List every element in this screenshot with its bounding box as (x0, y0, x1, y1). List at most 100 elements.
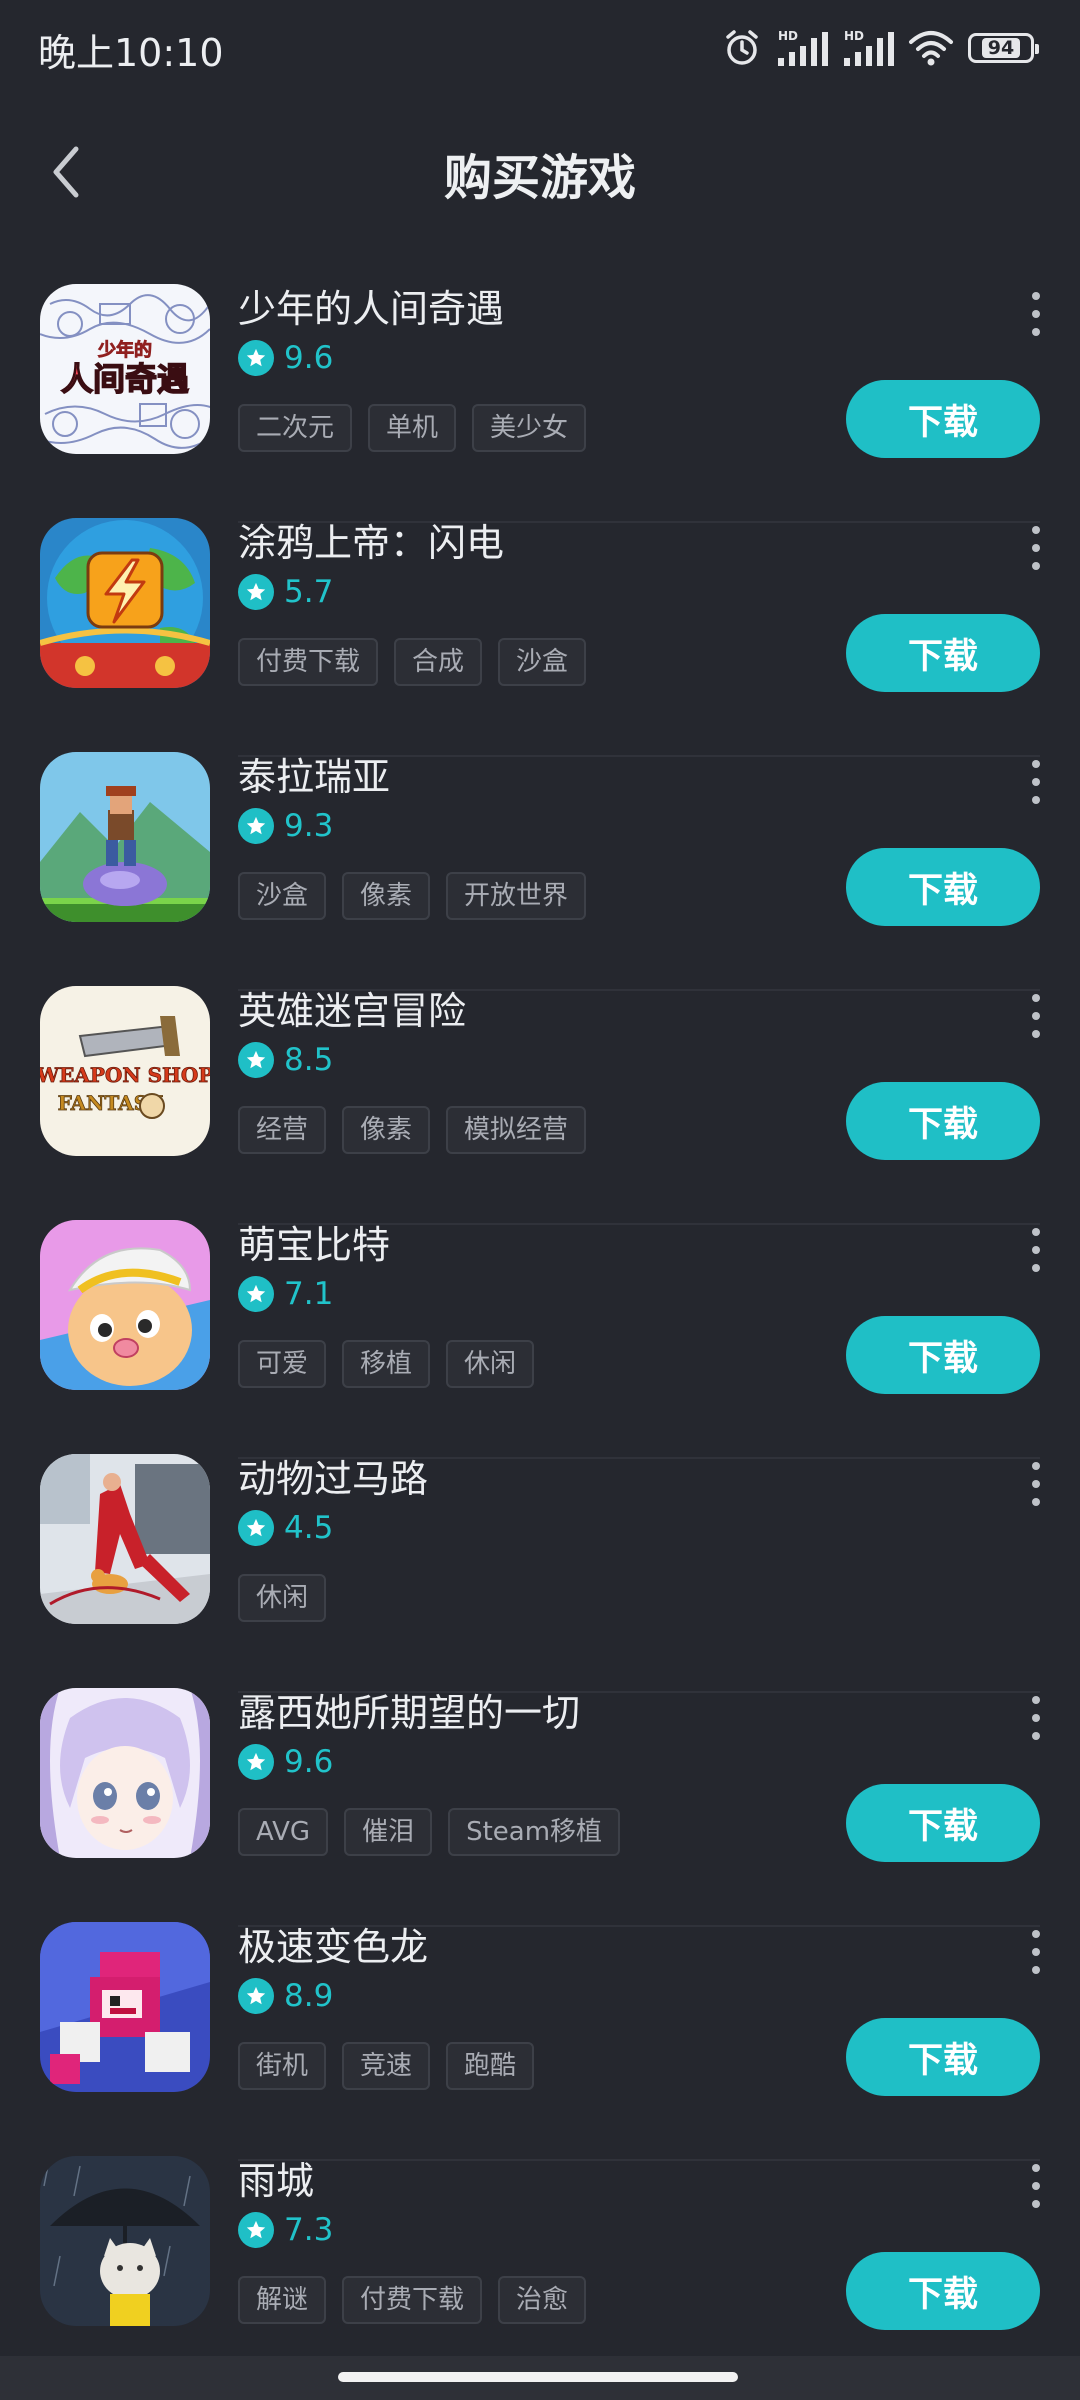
game-icon[interactable] (40, 2156, 210, 2326)
list-item[interactable]: 动物过马路 4.5 休闲 (0, 1454, 1080, 1693)
tag[interactable]: 合成 (394, 638, 483, 686)
download-button[interactable]: 下载 (846, 614, 1040, 692)
game-name[interactable]: 涂鸦上帝：闪电 (238, 512, 504, 567)
list-item[interactable]: 雨城 7.3 解谜 付费下载 治愈 下载 (0, 2156, 1080, 2390)
more-options-icon[interactable] (1022, 1696, 1050, 1740)
more-options-icon[interactable] (1022, 1228, 1050, 1272)
list-item[interactable]: 泰拉瑞亚 9.3 沙盒 像素 开放世界 下载 (0, 752, 1080, 991)
rating: 9.3 (238, 808, 333, 844)
tag[interactable]: 美少女 (472, 404, 587, 452)
more-options-icon[interactable] (1022, 1930, 1050, 1974)
tag[interactable]: AVG (238, 1808, 329, 1856)
more-options-icon[interactable] (1022, 760, 1050, 804)
tag[interactable]: 休闲 (238, 1574, 327, 1622)
tag[interactable]: 像素 (342, 1106, 431, 1154)
tag[interactable]: 开放世界 (446, 872, 587, 920)
game-icon[interactable] (40, 752, 210, 922)
list-item[interactable]: 露西她所期望的一切 9.6 AVG 催泪 Steam移植 下载 (0, 1688, 1080, 1927)
tag-list: AVG 催泪 Steam移植 (238, 1808, 621, 1856)
tag[interactable]: 治愈 (498, 2276, 587, 2324)
download-button[interactable]: 下载 (846, 1784, 1040, 1862)
tag-list: 解谜 付费下载 治愈 (238, 2276, 587, 2324)
tag[interactable]: 二次元 (238, 404, 353, 452)
game-name[interactable]: 雨城 (238, 2150, 314, 2205)
tag-list: 街机 竞速 跑酷 (238, 2042, 535, 2090)
rating-value: 5.7 (284, 574, 334, 610)
download-button[interactable]: 下载 (846, 1316, 1040, 1394)
rating-value: 9.3 (284, 808, 334, 844)
tag[interactable]: 付费下载 (342, 2276, 483, 2324)
game-name[interactable]: 动物过马路 (238, 1448, 428, 1503)
rating: 7.1 (238, 1276, 333, 1312)
hd-signal-icon-2: HD (842, 28, 894, 68)
tag[interactable]: 街机 (238, 2042, 327, 2090)
download-button[interactable]: 下载 (846, 2018, 1040, 2096)
list-item[interactable]: 涂鸦上帝：闪电 5.7 付费下载 合成 沙盒 下载 (0, 518, 1080, 757)
battery-level: 94 (981, 38, 1021, 58)
screen: 晚上10:10 HD HD 94 购买游戏 少年的 人间奇遇 少年的人间奇遇 9… (0, 0, 1080, 2400)
tag[interactable]: Steam移植 (448, 1808, 621, 1856)
tag[interactable]: 付费下载 (238, 638, 379, 686)
download-button[interactable]: 下载 (846, 848, 1040, 926)
more-options-icon[interactable] (1022, 1462, 1050, 1506)
list-item[interactable]: 萌宝比特 7.1 可爱 移植 休闲 下载 (0, 1220, 1080, 1459)
game-name[interactable]: 露西她所期望的一切 (238, 1682, 580, 1737)
alarm-icon (722, 28, 762, 68)
game-icon[interactable] (40, 1922, 210, 2092)
game-name[interactable]: 少年的人间奇遇 (238, 278, 504, 333)
star-icon (238, 1042, 274, 1078)
game-icon[interactable] (40, 1220, 210, 1390)
list-item[interactable]: 极速变色龙 8.9 街机 竞速 跑酷 下载 (0, 1922, 1080, 2161)
tag[interactable]: 模拟经营 (446, 1106, 587, 1154)
tag[interactable]: 沙盒 (238, 872, 327, 920)
tag-list: 沙盒 像素 开放世界 (238, 872, 587, 920)
rating: 4.5 (238, 1510, 333, 1546)
game-name[interactable]: 英雄迷宫冒险 (238, 980, 466, 1035)
tag[interactable]: 催泪 (344, 1808, 433, 1856)
rating-value: 9.6 (284, 1744, 334, 1780)
tag[interactable]: 跑酷 (446, 2042, 535, 2090)
game-icon[interactable] (40, 518, 210, 688)
more-options-icon[interactable] (1022, 2164, 1050, 2208)
rating-value: 7.1 (284, 1276, 334, 1312)
rating: 9.6 (238, 340, 333, 376)
game-icon[interactable] (40, 1454, 210, 1624)
download-button[interactable]: 下载 (846, 2252, 1040, 2330)
tag[interactable]: 移植 (342, 1340, 431, 1388)
game-name[interactable]: 萌宝比特 (238, 1214, 390, 1269)
tag[interactable]: 沙盒 (498, 638, 587, 686)
tag[interactable]: 解谜 (238, 2276, 327, 2324)
rating-value: 7.3 (284, 2212, 334, 2248)
tag[interactable]: 单机 (368, 404, 457, 452)
tag[interactable]: 像素 (342, 872, 431, 920)
star-icon (238, 1744, 274, 1780)
more-options-icon[interactable] (1022, 526, 1050, 570)
tag[interactable]: 可爱 (238, 1340, 327, 1388)
rating: 7.3 (238, 2212, 333, 2248)
rating-value: 9.6 (284, 340, 334, 376)
page-title: 购买游戏 (443, 150, 636, 206)
tag[interactable]: 经营 (238, 1106, 327, 1154)
rating-value: 8.9 (284, 1978, 334, 2014)
more-options-icon[interactable] (1022, 292, 1050, 336)
star-icon (238, 340, 274, 376)
game-name[interactable]: 极速变色龙 (238, 1916, 428, 1971)
list-item[interactable]: WEAPON SHOP FANTASY 英雄迷宫冒险 8.5 经营 像素 模拟经… (0, 986, 1080, 1225)
tag[interactable]: 休闲 (446, 1340, 535, 1388)
star-icon (238, 2212, 274, 2248)
more-options-icon[interactable] (1022, 994, 1050, 1038)
download-button[interactable]: 下载 (846, 380, 1040, 458)
tag-list: 经营 像素 模拟经营 (238, 1106, 587, 1154)
star-icon (238, 808, 274, 844)
game-name[interactable]: 泰拉瑞亚 (238, 746, 390, 801)
game-icon[interactable] (40, 1688, 210, 1858)
battery-icon: 94 (968, 33, 1039, 63)
game-icon[interactable]: 少年的 人间奇遇 (40, 284, 210, 454)
download-button[interactable]: 下载 (846, 1082, 1040, 1160)
home-indicator[interactable] (338, 2372, 738, 2382)
tag[interactable]: 竞速 (342, 2042, 431, 2090)
game-icon[interactable]: WEAPON SHOP FANTASY (40, 986, 210, 1156)
rating-value: 4.5 (284, 1510, 334, 1546)
hd-signal-icon: HD (776, 28, 828, 68)
list-item[interactable]: 少年的 人间奇遇 少年的人间奇遇 9.6 二次元 单机 美少女 下载 (0, 284, 1080, 523)
